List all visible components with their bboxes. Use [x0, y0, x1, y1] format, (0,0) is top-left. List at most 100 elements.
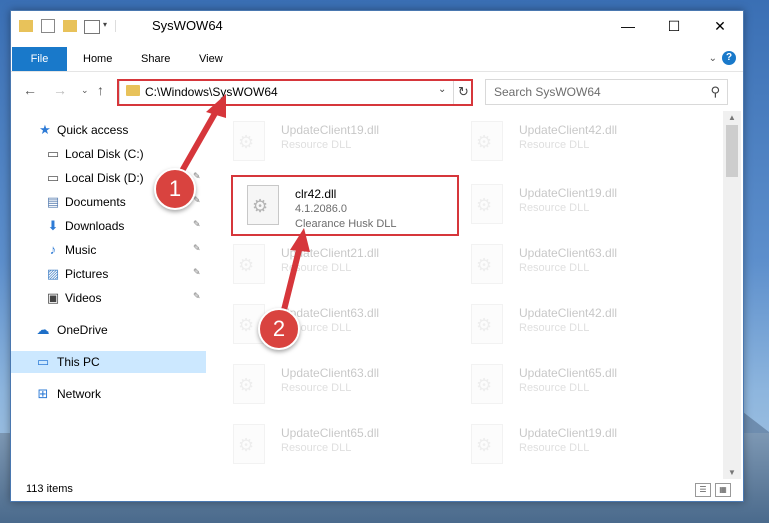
quick-access-toolbar-icon[interactable]: [84, 20, 100, 34]
navigation-pane: ★ Quick access ▭ Local Disk (C:) ▭ Local…: [11, 111, 206, 479]
dll-file-icon: ⚙: [233, 244, 265, 284]
scrollbar-thumb[interactable]: [726, 125, 738, 177]
search-box[interactable]: Search SysWOW64 ⚲: [485, 79, 728, 105]
sidebar-item-label: OneDrive: [57, 323, 108, 337]
file-description: Resource DLL: [281, 262, 352, 274]
file-name: UpdateClient65.dll: [281, 426, 380, 440]
sidebar-item-label: Music: [65, 243, 97, 257]
dll-file-icon: ⚙: [471, 424, 503, 464]
sidebar-item-label: This PC: [57, 355, 100, 369]
drive-icon: ▭: [46, 170, 60, 185]
tab-view[interactable]: View: [199, 47, 223, 71]
minimize-button[interactable]: —: [605, 11, 651, 41]
pin-icon: ✎: [193, 219, 201, 229]
item-count: 113 items: [26, 483, 73, 495]
search-icon[interactable]: ⚲: [710, 84, 720, 100]
sidebar-item-this-pc[interactable]: ▭ This PC: [11, 351, 206, 373]
expand-ribbon-icon[interactable]: ⌄: [709, 53, 717, 64]
step-1-badge: 1: [154, 168, 196, 210]
list-item[interactable]: ⚙ UpdateClient19.dll Resource DLL: [459, 416, 689, 466]
address-bar-highlight: [117, 79, 473, 106]
sidebar-item-label: Quick access: [57, 123, 129, 137]
list-item[interactable]: ⚙ UpdateClient63.dll Resource DLL: [221, 356, 451, 406]
dll-file-icon: ⚙: [471, 184, 503, 224]
sidebar-item-label: Local Disk (C:): [65, 147, 144, 161]
maximize-button[interactable]: ☐: [651, 11, 697, 41]
list-item[interactable]: ⚙ UpdateClient63.dll Resource DLL: [459, 236, 689, 286]
sidebar-item-label: Documents: [65, 195, 126, 209]
list-item[interactable]: ⚙ UpdateClient65.dll Resource DLL: [459, 356, 689, 406]
drive-icon: ▭: [46, 146, 60, 161]
file-name: UpdateClient21.dll: [281, 246, 380, 260]
sidebar-item-quick-access[interactable]: ★ Quick access: [11, 119, 206, 141]
file-name: UpdateClient63.dll: [281, 366, 380, 380]
file-description: Resource DLL: [519, 139, 590, 151]
file-name: UpdateClient65.dll: [519, 366, 618, 380]
list-item[interactable]: ⚙ UpdateClient63.dll Resource DLL: [221, 296, 451, 346]
pin-icon: ✎: [193, 291, 201, 301]
list-item[interactable]: ⚙ UpdateClient19.dll Resource DLL: [221, 113, 451, 163]
file-description: Resource DLL: [519, 442, 590, 454]
file-name: UpdateClient42.dll: [519, 123, 618, 137]
network-icon: ⊞: [37, 386, 49, 401]
tab-home[interactable]: Home: [83, 47, 112, 71]
videos-icon: ▣: [46, 290, 60, 305]
cloud-icon: ☁: [36, 322, 50, 337]
forward-arrow-icon[interactable]: →: [53, 82, 67, 98]
back-arrow-icon[interactable]: ←: [23, 82, 37, 98]
new-folder-icon[interactable]: [63, 20, 77, 32]
tab-file[interactable]: File: [12, 47, 67, 71]
folder-icon: [19, 20, 33, 32]
file-description: Resource DLL: [519, 322, 590, 334]
documents-icon: ▤: [46, 194, 60, 209]
sidebar-item-network[interactable]: ⊞ Network: [11, 383, 206, 405]
list-item[interactable]: ⚙ UpdateClient42.dll Resource DLL: [459, 113, 689, 163]
list-item[interactable]: ⚙ UpdateClient42.dll Resource DLL: [459, 296, 689, 346]
computer-icon: ▭: [36, 354, 50, 369]
pin-icon: ✎: [193, 267, 201, 277]
dll-file-icon: ⚙: [233, 364, 265, 404]
sidebar-item-pictures[interactable]: ▨ Pictures ✎: [11, 263, 206, 285]
file-name: UpdateClient42.dll: [519, 306, 618, 320]
sidebar-item-local-disk-c[interactable]: ▭ Local Disk (C:): [11, 143, 206, 165]
up-arrow-icon[interactable]: ↑: [97, 82, 104, 98]
sidebar-item-music[interactable]: ♪ Music ✎: [11, 239, 206, 261]
large-icons-view-icon[interactable]: ▦: [715, 483, 731, 497]
scroll-down-icon[interactable]: ▼: [723, 468, 741, 477]
vertical-scrollbar[interactable]: ▲ ▼: [723, 111, 741, 479]
dll-file-icon: ⚙: [471, 364, 503, 404]
file-name: UpdateClient19.dll: [519, 186, 618, 200]
sidebar-item-videos[interactable]: ▣ Videos ✎: [11, 287, 206, 309]
list-item[interactable]: ⚙ UpdateClient21.dll Resource DLL: [221, 236, 451, 286]
search-input[interactable]: Search SysWOW64: [494, 85, 601, 99]
sidebar-item-label: Pictures: [65, 267, 109, 281]
list-item[interactable]: ⚙ UpdateClient19.dll Resource DLL: [459, 176, 689, 226]
file-name: UpdateClient19.dll: [519, 426, 618, 440]
help-button[interactable]: ?: [722, 51, 736, 65]
separator: [115, 20, 126, 32]
file-description: Resource DLL: [281, 139, 352, 151]
file-description: Resource DLL: [519, 382, 590, 394]
sidebar-item-downloads[interactable]: ⬇ Downloads ✎: [11, 215, 206, 237]
properties-icon[interactable]: [41, 19, 55, 33]
sidebar-item-onedrive[interactable]: ☁ OneDrive: [11, 319, 206, 341]
file-name: UpdateClient19.dll: [281, 123, 380, 137]
dll-file-icon: ⚙: [471, 244, 503, 284]
file-description: Resource DLL: [519, 202, 590, 214]
dll-file-icon: ⚙: [471, 304, 503, 344]
sidebar-item-label: Downloads: [65, 219, 125, 233]
tab-share[interactable]: Share: [141, 47, 170, 71]
scroll-up-icon[interactable]: ▲: [723, 113, 741, 122]
list-item[interactable]: ⚙ UpdateClient65.dll Resource DLL: [221, 416, 451, 466]
ribbon: File Home Share View ⌄ ?: [11, 41, 743, 72]
chevron-down-icon[interactable]: ▾: [103, 20, 107, 36]
details-view-icon[interactable]: ☰: [695, 483, 711, 497]
status-bar: 113 items ☰ ▦: [11, 479, 743, 501]
music-icon: ♪: [49, 242, 57, 257]
dll-file-icon: ⚙: [233, 424, 265, 464]
close-button[interactable]: ✕: [697, 11, 743, 41]
star-icon: ★: [39, 122, 51, 137]
recent-locations-chevron-icon[interactable]: ⌄: [81, 85, 89, 96]
pin-icon: ✎: [193, 243, 201, 253]
pictures-icon: ▨: [46, 266, 60, 281]
